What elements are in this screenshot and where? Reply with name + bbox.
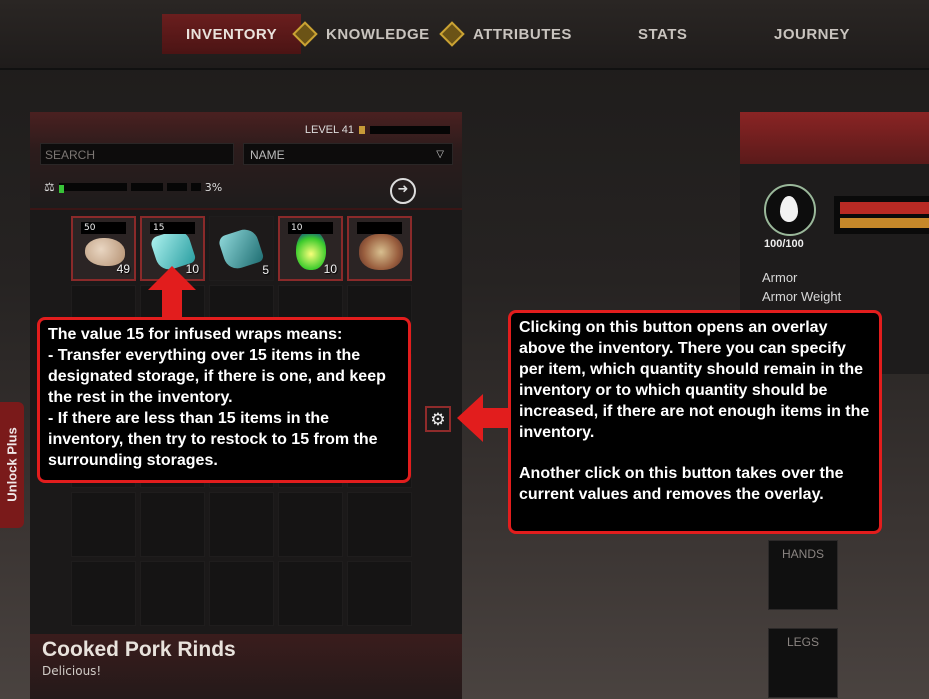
inventory-slot[interactable]: 5 (209, 216, 274, 281)
sort-dropdown[interactable]: NAME ▽ (243, 143, 453, 165)
inventory-slot[interactable] (278, 492, 343, 557)
health-value: 100/100 (764, 238, 804, 250)
wraps-icon (217, 226, 265, 272)
inventory-slot[interactable] (347, 216, 412, 281)
tab-stats-label: STATS (638, 25, 688, 43)
weight-bar-segment (130, 183, 163, 191)
item-limit: 15 (150, 222, 195, 234)
inventory-slot[interactable]: 10 10 (278, 216, 343, 281)
inventory-slot[interactable] (140, 561, 205, 626)
gear-icon: ⚙ (430, 410, 446, 430)
inventory-slot[interactable]: 50 49 (71, 216, 136, 281)
weight-bar-fill (58, 185, 64, 193)
item-limit: 10 (288, 222, 333, 234)
item-details: Cooked Pork Rinds Delicious! (30, 634, 462, 699)
diamond-icon (292, 21, 318, 47)
tab-inventory-label: INVENTORY (186, 25, 278, 43)
search-input[interactable]: SEARCH (40, 143, 234, 165)
equip-slot-hands[interactable]: HANDS (768, 540, 838, 610)
chevron-down-icon: ▽ (436, 149, 444, 160)
inventory-slot[interactable] (347, 492, 412, 557)
unlock-plus-button[interactable]: Unlock Plus (0, 402, 24, 528)
sort-value: NAME (250, 148, 285, 162)
inventory-slot[interactable] (140, 492, 205, 557)
health-orb (764, 184, 816, 236)
armor-weight-label: Armor Weight (762, 289, 842, 304)
inventory-slot[interactable] (209, 561, 274, 626)
equip-slot-label: HANDS (781, 547, 824, 561)
callout-title: The value 15 for infused wraps means: (48, 326, 343, 343)
character-header (740, 112, 929, 164)
tab-attributes-label: ATTRIBUTES (473, 25, 572, 43)
vital-bars (834, 196, 929, 234)
inventory-slot[interactable] (71, 561, 136, 626)
callout-line: - If there are less than 15 items in the… (48, 410, 378, 469)
inventory-header: LEVEL 41 SEARCH NAME ▽ ⚖ 3% ➜ (30, 112, 462, 210)
tab-journey[interactable]: JOURNEY (774, 14, 850, 54)
unlock-plus-label: Unlock Plus (4, 427, 20, 502)
transfer-icon[interactable]: ➜ (390, 178, 416, 204)
selected-item-name: Cooked Pork Rinds (42, 638, 236, 661)
top-nav-bar: INVENTORY KNOWLEDGE ATTRIBUTES STATS JOU… (0, 0, 929, 70)
item-quantity: 10 (323, 262, 337, 276)
tab-knowledge[interactable]: KNOWLEDGE (292, 14, 430, 54)
quantity-settings-button[interactable]: ⚙ (425, 406, 451, 432)
xp-bar (370, 126, 450, 134)
weight-bar-segment (166, 183, 187, 191)
weight-icon: ⚖ (44, 180, 55, 194)
item-quantity: 5 (262, 263, 269, 277)
level-indicator: LEVEL 41 (305, 124, 450, 136)
xp-marker (359, 126, 365, 134)
weight-bar (58, 183, 127, 193)
selected-item-description: Delicious! (42, 664, 102, 678)
encumbrance-indicator: ⚖ 3% (44, 180, 222, 194)
inventory-slot[interactable] (209, 492, 274, 557)
search-placeholder: SEARCH (45, 148, 96, 162)
item-quantity: 10 (185, 262, 199, 276)
tab-stats[interactable]: STATS (638, 14, 687, 54)
item-limit (357, 222, 402, 234)
health-bar (840, 202, 929, 214)
inventory-slot[interactable]: 15 10 (140, 216, 205, 281)
callout-paragraph: Clicking on this button opens an overlay… (519, 319, 870, 441)
left-arrow-icon (457, 394, 510, 442)
inventory-slot[interactable] (278, 561, 343, 626)
callout-line: - Transfer everything over 15 items in t… (48, 347, 386, 406)
tab-journey-label: JOURNEY (774, 25, 851, 43)
armor-label: Armor (762, 270, 798, 285)
meat-icon (359, 234, 403, 270)
equip-slot-legs[interactable]: LEGS (768, 628, 838, 698)
tab-attributes[interactable]: ATTRIBUTES (439, 14, 572, 54)
diamond-icon (439, 21, 465, 47)
tab-inventory[interactable]: INVENTORY (162, 14, 302, 54)
item-limit: 50 (81, 222, 126, 234)
weight-percent: 3% (204, 180, 223, 194)
infused-wraps-callout: The value 15 for infused wraps means: - … (37, 317, 411, 483)
stamina-bar (840, 218, 929, 228)
potion-icon (296, 230, 326, 270)
item-quantity: 49 (116, 262, 130, 276)
inventory-slot[interactable] (347, 561, 412, 626)
level-label: LEVEL 41 (304, 124, 354, 136)
water-drop-icon (780, 196, 798, 222)
callout-paragraph: Another click on this button takes over … (519, 465, 844, 503)
tab-knowledge-label: KNOWLEDGE (326, 25, 430, 43)
weight-bar-segment (190, 183, 201, 191)
gear-button-callout: Clicking on this button opens an overlay… (508, 310, 882, 534)
inventory-slot[interactable] (71, 492, 136, 557)
equip-slot-label: LEGS (786, 635, 819, 649)
